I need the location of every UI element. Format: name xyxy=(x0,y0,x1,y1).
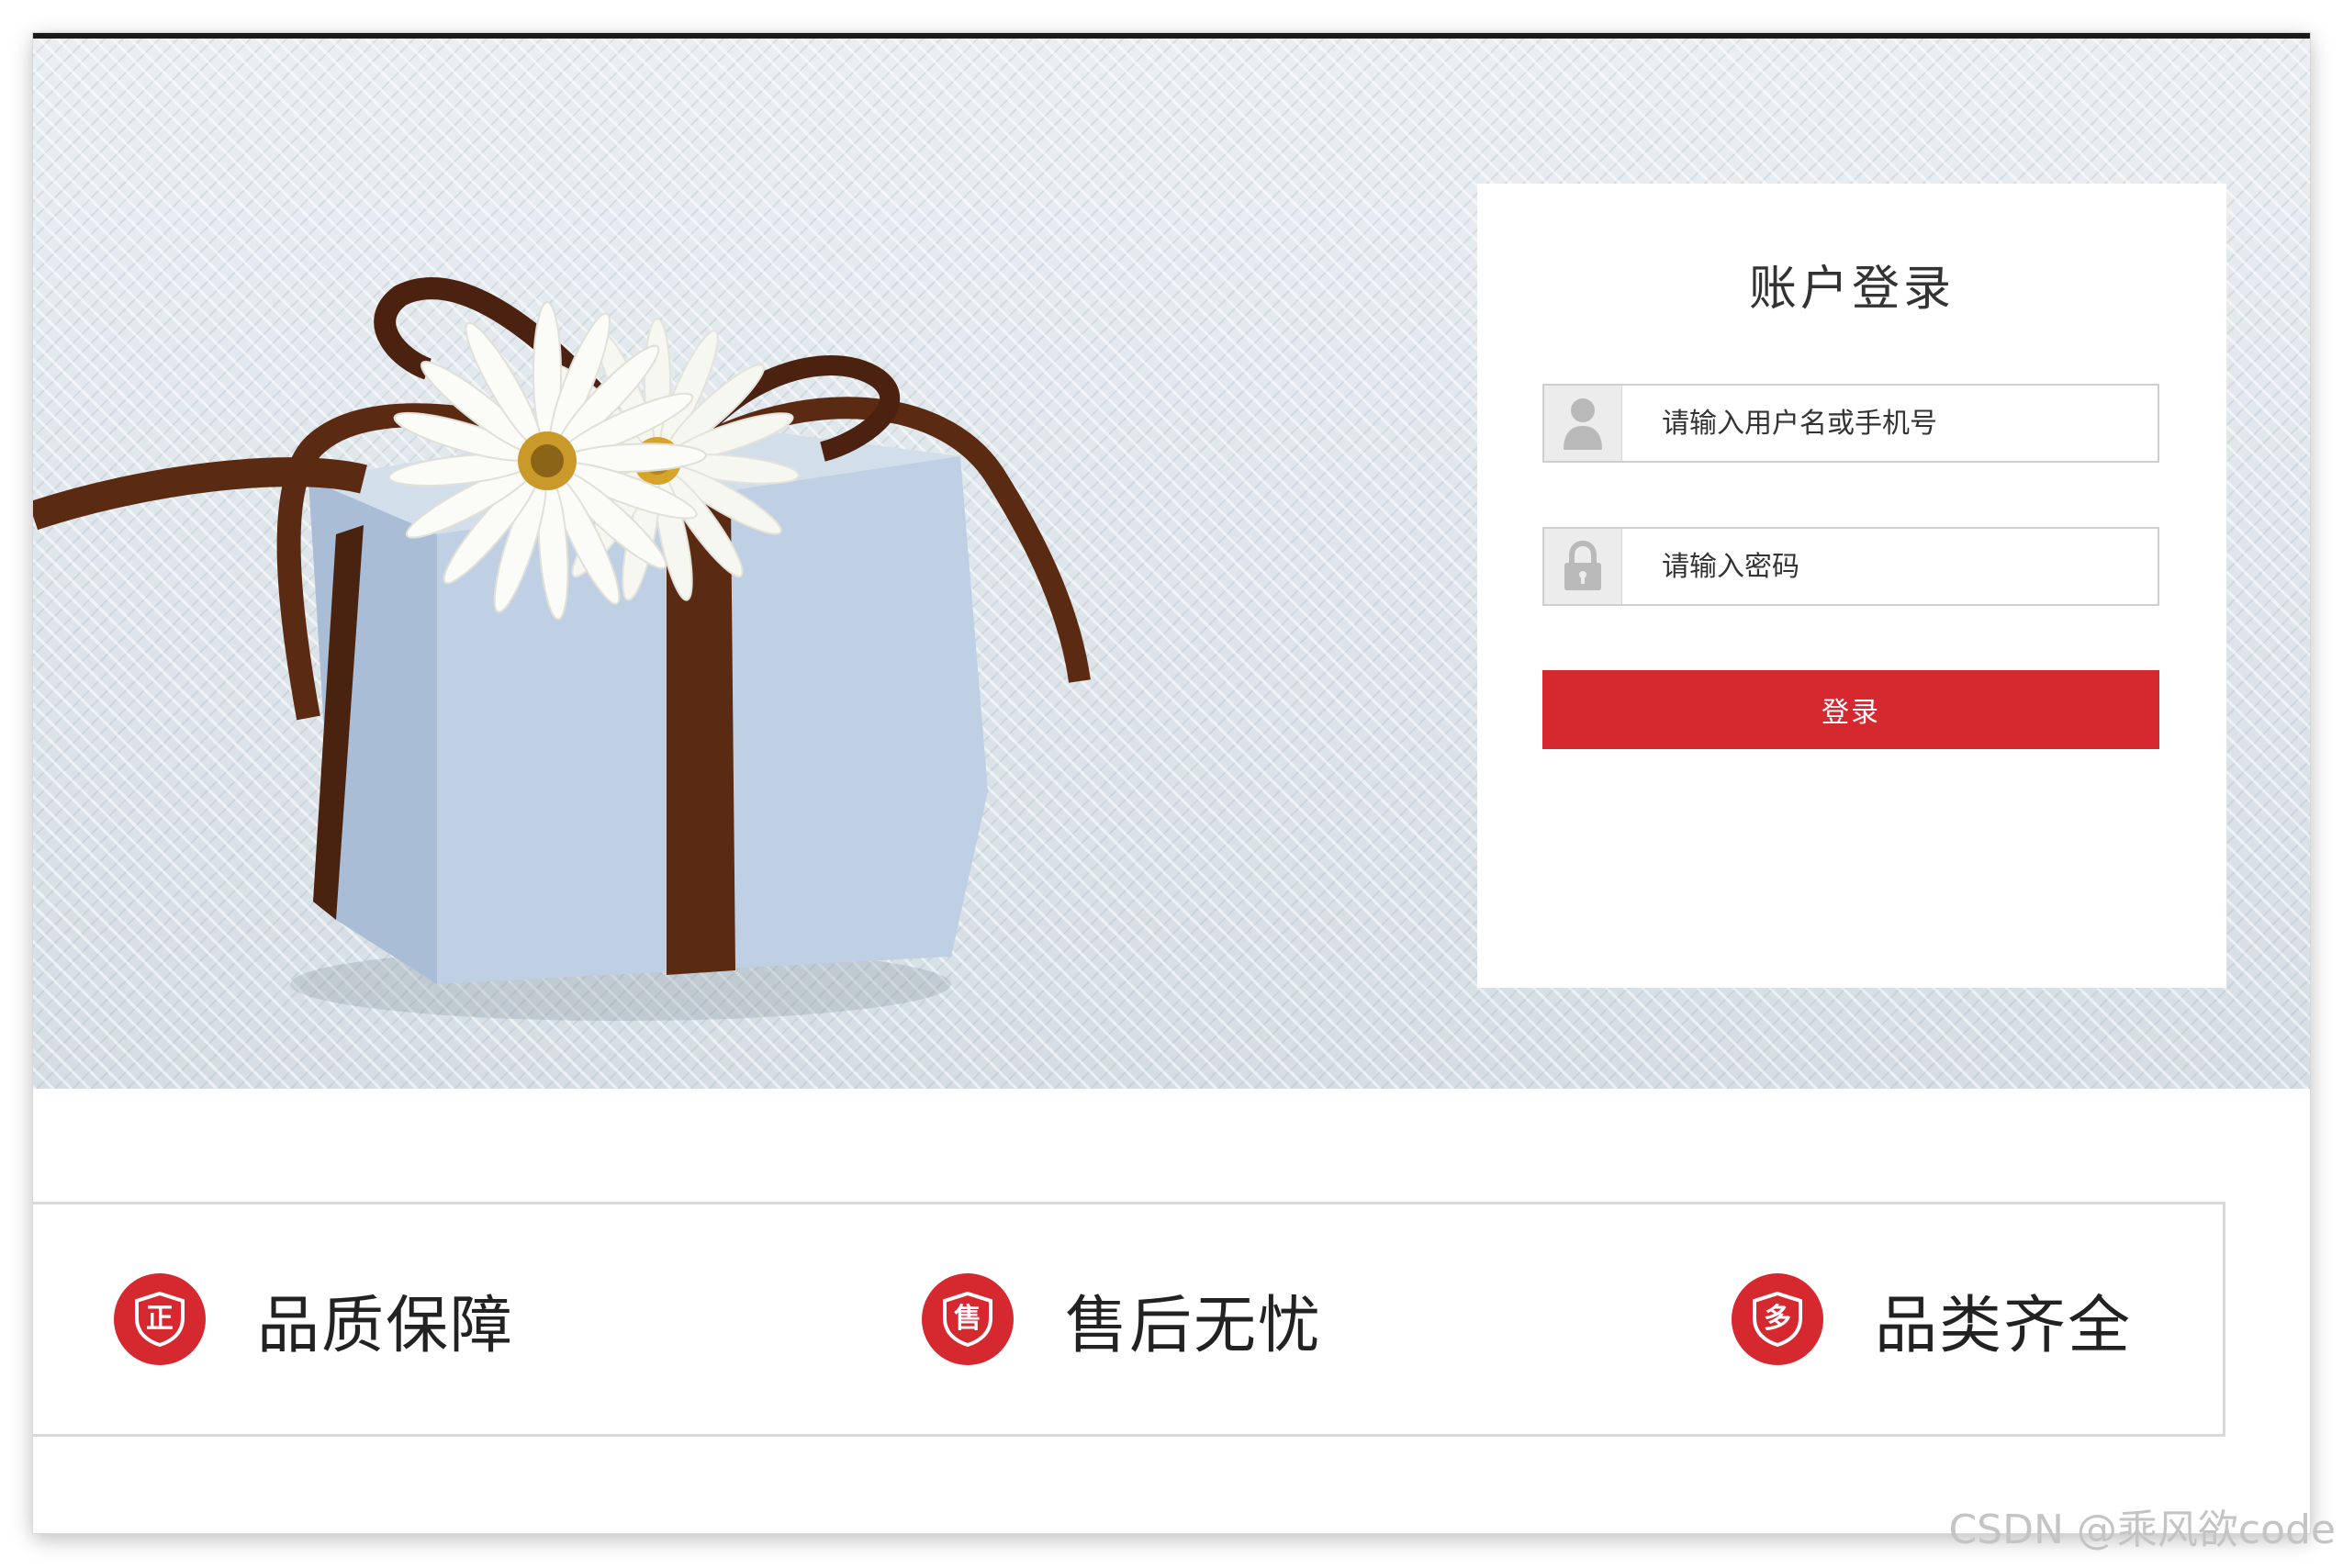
feature-categories: 多 品类齐全 xyxy=(1732,1204,2132,1434)
feature-label: 售后无忧 xyxy=(1065,1289,1323,1362)
feature-label: 品类齐全 xyxy=(1875,1289,2133,1362)
shield-zheng-icon: 正 xyxy=(114,1273,206,1365)
login-title: 账户登录 xyxy=(1748,262,1955,317)
lock-icon xyxy=(1544,529,1622,604)
login-button[interactable]: 登录 xyxy=(1542,670,2159,749)
username-field xyxy=(1542,384,2159,463)
login-card: 账户登录 请输入用户名或手机号 登录 xyxy=(1477,184,2226,988)
password-field xyxy=(1542,527,2159,606)
watermark: CSDN @乘风欲code xyxy=(1948,1506,2336,1553)
hero-banner: 账户登录 请输入用户名或手机号 登录 xyxy=(33,39,2310,1089)
page-frame: 账户登录 请输入用户名或手机号 登录 正 品质保障 售 售后无忧 多 品类齐全 xyxy=(33,33,2310,1533)
feature-after-sales: 售 售后无忧 xyxy=(922,1204,1322,1434)
feature-label: 品质保障 xyxy=(257,1289,515,1362)
username-input[interactable] xyxy=(1621,386,2156,461)
gift-box-image xyxy=(33,277,1091,1021)
features-strip: 正 品质保障 售 售后无忧 多 品类齐全 xyxy=(33,1202,2225,1437)
shield-duo-icon: 多 xyxy=(1732,1273,1823,1365)
user-icon xyxy=(1544,386,1622,461)
feature-quality: 正 品质保障 xyxy=(114,1204,514,1434)
shield-shou-icon: 售 xyxy=(922,1273,1014,1365)
password-input[interactable] xyxy=(1621,529,2156,604)
